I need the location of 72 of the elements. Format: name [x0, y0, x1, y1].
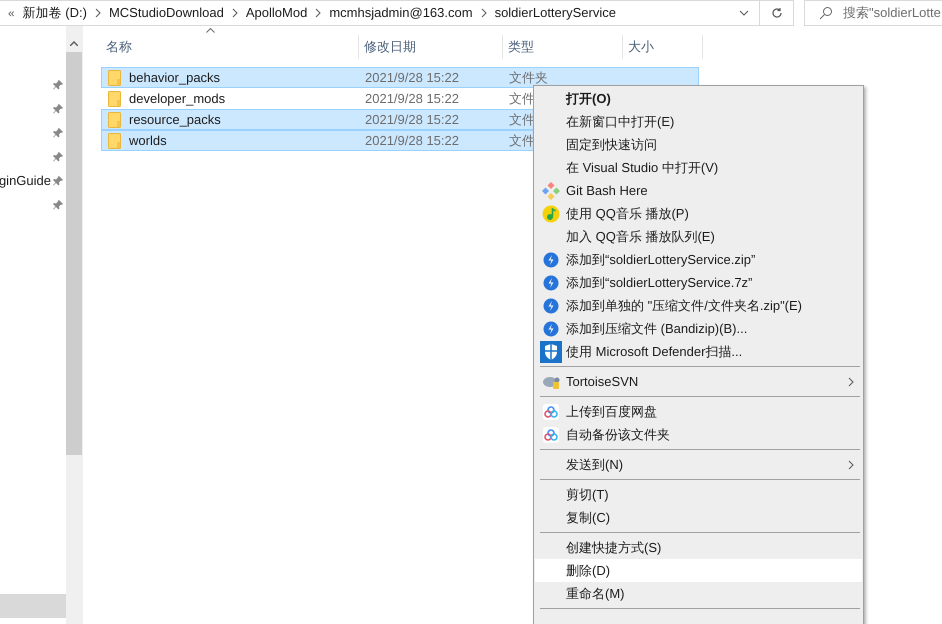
menu-item[interactable]: 使用 QQ音乐 播放(P): [535, 202, 862, 225]
scrollbar[interactable]: [66, 26, 82, 624]
folder-icon: [108, 90, 122, 106]
diamond-icon: [542, 182, 560, 200]
menu-item[interactable]: 删除(D): [535, 559, 862, 582]
chevron-right-icon: [848, 376, 854, 386]
music-note-icon: [542, 204, 560, 222]
breadcrumb[interactable]: MCStudioDownload: [108, 3, 224, 23]
chevron-right-icon: [848, 460, 854, 470]
lightning-icon: [542, 274, 558, 290]
menu-item[interactable]: 添加到单独的 "压缩文件/文件夹名.zip"(E): [535, 294, 862, 317]
overflow-button[interactable]: «: [8, 4, 15, 22]
sort-icon: [206, 28, 215, 33]
search-field[interactable]: 搜索"soldierLotte: [804, 0, 942, 26]
column-header[interactable]: 修改日期: [359, 35, 503, 59]
menu-item[interactable]: 打开(O): [535, 87, 862, 110]
menu-item[interactable]: 创建快捷方式(S): [535, 536, 862, 559]
breadcrumb[interactable]: mcmhsjadmin@163.com: [329, 3, 473, 23]
menu-item[interactable]: TortoiseSVN: [535, 370, 862, 393]
column-header[interactable]: 类型: [503, 35, 623, 59]
menu-item[interactable]: 复制(C): [535, 506, 862, 529]
file-type: 文件: [508, 110, 535, 129]
refresh-icon: [770, 7, 782, 19]
menu-item[interactable]: 添加到“soldierLotteryService.7z”: [535, 271, 862, 294]
file-type: 文件夹: [508, 68, 548, 87]
menu-item[interactable]: Git Bash Here: [535, 179, 862, 202]
chevron-right-icon: [232, 8, 238, 18]
menu-item[interactable]: 自动备份该文件夹: [535, 423, 862, 446]
menu-item[interactable]: 使用 Microsoft Defender扫描...: [535, 340, 862, 363]
menu-item[interactable]: 重命名(M): [535, 582, 862, 605]
menu-item[interactable]: 添加到压缩文件 (Bandizip)(B)...: [535, 317, 862, 340]
menu-item[interactable]: 剪切(T): [535, 483, 862, 506]
menu-item[interactable]: 在 Visual Studio 中打开(V): [535, 156, 862, 179]
shield-icon: [540, 340, 562, 362]
scrollbar-thumb[interactable]: [66, 52, 82, 455]
lightning-icon: [542, 298, 558, 314]
breadcrumb[interactable]: ApolloMod: [246, 3, 308, 23]
menu-item[interactable]: 加入 QQ音乐 播放队列(E): [535, 225, 862, 248]
dropdown-icon[interactable]: [739, 10, 749, 16]
file-name: developer_mods: [129, 90, 226, 108]
modified-date: 2021/9/28 15:22: [364, 68, 460, 87]
cloud-icon: [542, 426, 558, 442]
nav-item-highlight: [0, 594, 66, 618]
folder-icon: [108, 70, 122, 86]
chevron-right-icon: [315, 8, 322, 18]
search-icon: [819, 6, 833, 20]
column-header[interactable]: 名称: [101, 35, 359, 59]
file-row[interactable]: behavior_packs 2021/9/28 15:22 文件夹: [101, 67, 699, 88]
file-type: 文件: [508, 132, 535, 150]
file-name: worlds: [129, 132, 167, 150]
menu-item[interactable]: 上传到百度网盘: [535, 400, 862, 423]
modified-date: 2021/9/28 15:22: [364, 132, 460, 150]
chevron-right-icon: [480, 8, 487, 18]
address-bar[interactable]: « 新加卷 (D:) MCStudioDownload ApolloMod mcmhsjadmin@163.com soldierLotteryService: [0, 0, 760, 26]
folder-icon: [108, 112, 122, 128]
lightning-icon: [542, 320, 558, 336]
modified-date: 2021/9/28 15:22: [364, 110, 460, 129]
refresh-button[interactable]: [760, 0, 794, 26]
column-header[interactable]: 大小: [623, 35, 703, 59]
menu-item[interactable]: 添加到“soldierLotteryService.zip”: [535, 248, 862, 271]
folder-icon: [108, 132, 122, 148]
breadcrumb[interactable]: soldierLotteryService: [494, 3, 616, 23]
cloud-icon: [542, 404, 558, 420]
menu-item[interactable]: 发送到(N): [535, 453, 862, 476]
lightning-icon: [542, 252, 558, 268]
chevron-right-icon: [94, 8, 101, 18]
modified-date: 2021/9/28 15:22: [364, 90, 460, 108]
breadcrumb[interactable]: 新加卷 (D:): [22, 3, 87, 23]
file-name: behavior_packs: [129, 68, 220, 87]
scroll-up-icon[interactable]: [70, 41, 78, 46]
file-name: resource_packs: [129, 110, 221, 129]
file-type: 文件: [508, 90, 535, 108]
